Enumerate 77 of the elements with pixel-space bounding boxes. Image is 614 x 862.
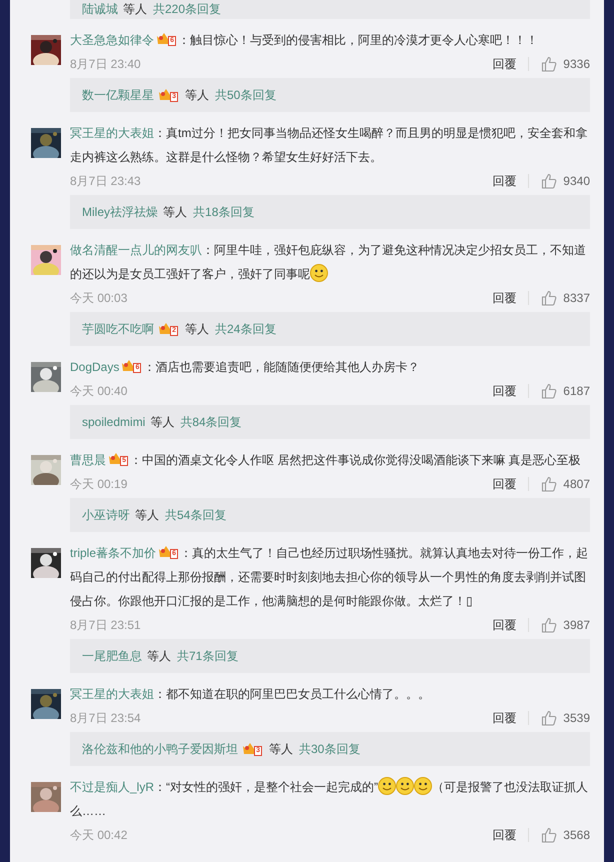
reply-link[interactable]: 回覆 xyxy=(492,826,516,844)
thumbs-up-icon[interactable] xyxy=(541,827,558,843)
timestamp: 8月7日 23:51 xyxy=(70,616,142,634)
others-label: 等人 xyxy=(150,414,174,430)
like-count: 3568 xyxy=(563,828,590,842)
thumbs-up-icon[interactable] xyxy=(541,476,558,492)
reply-link[interactable]: 回覆 xyxy=(492,476,516,492)
reply-count-link[interactable]: 共30条回复 xyxy=(299,740,360,758)
reply-summary-bar[interactable]: 小巫诗呀 等人 共54条回复 xyxy=(70,498,590,532)
reply-summary-bar[interactable]: 一尾肥鱼息 等人 共71条回复 xyxy=(70,639,590,673)
user-name[interactable]: 陆诚城 xyxy=(82,0,118,18)
user-name[interactable]: 小巫诗呀 xyxy=(82,506,130,524)
others-label: 等人 xyxy=(123,0,147,18)
reply-link[interactable]: 回覆 xyxy=(492,710,516,726)
timestamp: 今天 00:03 xyxy=(70,290,128,306)
reply-summary-bar[interactable]: 陆诚城 等人 共220条回复 xyxy=(70,0,590,19)
reply-link[interactable]: 回覆 xyxy=(492,290,516,306)
others-label: 等人 xyxy=(163,204,188,220)
reply-count-link[interactable]: 共84条回复 xyxy=(180,414,242,430)
smiley-icon xyxy=(414,777,432,795)
user-name[interactable]: 不过是痴人_lyR xyxy=(70,780,154,794)
smiley-icon xyxy=(310,264,328,282)
like-count: 8337 xyxy=(563,291,590,305)
user-name[interactable]: 做名清醒一点儿的网友叭 xyxy=(70,243,202,257)
comment-text: 不过是痴人_lyR：“对女性的强奸，是整个社会一起完成的” （可是报警了也没法取证抓人么…… xyxy=(70,775,590,823)
thumbs-up-icon[interactable] xyxy=(541,617,558,633)
others-label: 等人 xyxy=(269,740,293,758)
thumbs-up-icon[interactable] xyxy=(541,56,558,72)
user-name[interactable]: 芋圆吃不吃啊 xyxy=(82,320,154,338)
like-count: 9340 xyxy=(563,174,590,188)
user-name[interactable]: 洛伦兹和他的小鸭子爱因斯坦 xyxy=(82,740,238,758)
user-name[interactable]: 冥王星的大表姐 xyxy=(70,687,154,701)
reply-summary-bar[interactable]: Miley祛浮祛燥 等人 共18条回复 xyxy=(70,195,590,229)
smiley-icon xyxy=(396,777,414,795)
reply-count-link[interactable]: 共18条回复 xyxy=(193,204,254,220)
user-name[interactable]: 数一亿颗星星 xyxy=(82,86,154,104)
timestamp: 8月7日 23:43 xyxy=(70,172,142,190)
user-name[interactable]: spoiledmimi xyxy=(82,415,146,429)
reply-count-link[interactable]: 共54条回复 xyxy=(165,506,226,524)
reply-link[interactable]: 回覆 xyxy=(492,616,516,634)
timestamp: 8月7日 23:54 xyxy=(70,710,142,726)
thumbs-up-icon[interactable] xyxy=(541,710,558,726)
comment-text: 冥王星的大表姐：真tm过分！把女同事当物品还怪女生喝醉？而且男的明显是惯犯吧，安全套和拿走内裤这么熟练。这群是什么怪物？希望女生好好活下去。 xyxy=(70,125,588,166)
smiley-icon xyxy=(378,777,396,795)
comment-text: 做名清醒一点儿的网友叭：阿里牛哇，强奸包庇纵容，为了避免这种情况决定少招女员工，不知道的还以为是女员工强奸了客户，强奸了同事呢 xyxy=(70,242,587,284)
reply-count-link[interactable]: 共24条回复 xyxy=(215,320,276,338)
user-name[interactable]: 一尾肥鱼息 xyxy=(82,648,142,664)
user-name[interactable]: 大圣急急如律令 xyxy=(70,33,154,47)
timestamp: 今天 00:40 xyxy=(70,382,128,400)
user-name[interactable]: 曹思晨 xyxy=(70,453,106,467)
reply-link[interactable]: 回覆 xyxy=(492,172,516,190)
others-label: 等人 xyxy=(185,320,209,338)
thumbs-up-icon[interactable] xyxy=(541,290,558,306)
like-count: 9336 xyxy=(563,57,590,71)
reply-summary-bar[interactable]: spoiledmimi 等人 共84条回复 xyxy=(70,405,590,439)
thumbs-up-icon[interactable] xyxy=(541,383,558,399)
timestamp: 今天 00:19 xyxy=(70,476,128,492)
timestamp: 8月7日 23:40 xyxy=(70,56,142,72)
thumbs-up-icon[interactable] xyxy=(541,173,558,189)
reply-count-link[interactable]: 共71条回复 xyxy=(177,648,238,664)
others-label: 等人 xyxy=(147,648,171,664)
others-label: 等人 xyxy=(185,86,209,104)
comment-text: 冥王星的大表姐：都不知道在职的阿里巴巴女员工什么心情了。。。 xyxy=(70,686,431,703)
reply-count-link[interactable]: 共220条回复 xyxy=(153,0,222,18)
like-count: 4807 xyxy=(563,477,590,491)
reply-link[interactable]: 回覆 xyxy=(492,56,516,72)
user-name[interactable]: DogDays xyxy=(70,360,120,374)
timestamp: 今天 00:42 xyxy=(70,826,128,844)
user-name[interactable]: Miley祛浮祛燥 xyxy=(82,204,158,220)
user-name[interactable]: triple蕃条不加价 xyxy=(70,546,156,560)
like-count: 3987 xyxy=(563,618,590,632)
reply-link[interactable]: 回覆 xyxy=(492,382,516,400)
like-count: 3539 xyxy=(563,711,590,725)
others-label: 等人 xyxy=(135,506,159,524)
user-name[interactable]: 冥王星的大表姐 xyxy=(70,126,154,140)
reply-count-link[interactable]: 共50条回复 xyxy=(215,86,276,104)
like-count: 6187 xyxy=(563,384,590,398)
